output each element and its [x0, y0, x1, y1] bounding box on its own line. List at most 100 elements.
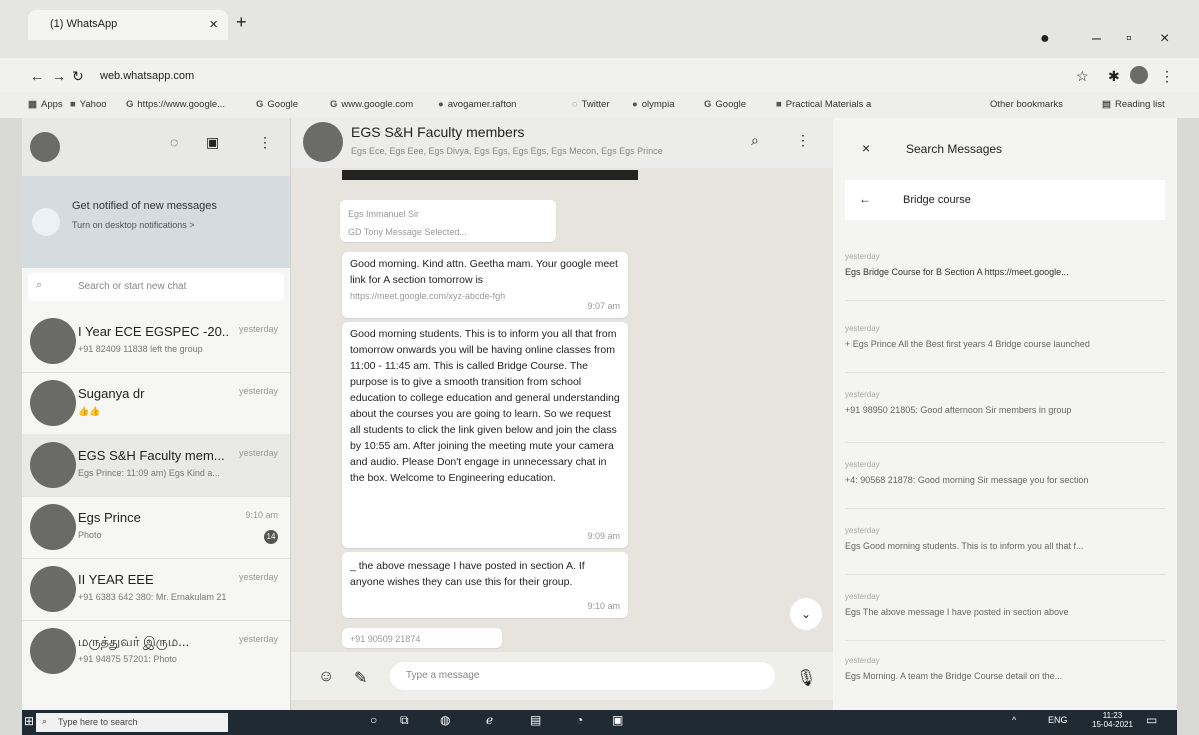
chat-time: yesterday: [238, 634, 278, 644]
emoji-icon[interactable]: ☺: [318, 668, 334, 686]
menu-icon[interactable]: ⋮: [1160, 68, 1174, 85]
extensions-icon[interactable]: ✱: [1108, 68, 1120, 85]
edge-icon[interactable]: ℯ: [486, 713, 493, 727]
search-panel-title: Search Messages: [906, 142, 1003, 156]
chat-item[interactable]: I Year ECE EGSPEC -20... +91 82409 11838…: [22, 310, 290, 373]
result-text: +91 98950 21805: Good afternoon Sir memb…: [845, 405, 1072, 415]
chat-preview: +91 6383 642 380: Mr. Ernakulam 21: [78, 592, 227, 602]
bookmark-avogamer[interactable]: ● avogamer.rafton: [438, 99, 516, 110]
bookmarks-bar: ▦ Apps ■ Yahoo Ghttps://www.google... G Goo…: [0, 92, 1199, 118]
file-explorer-icon[interactable]: ▤: [530, 713, 541, 727]
bookmark-other[interactable]: Other bookmarks: [990, 99, 1063, 110]
taskbar-search[interactable]: ⌕ Type here to search: [36, 713, 228, 732]
group-avatar[interactable]: [303, 122, 343, 162]
conversation-menu-icon[interactable]: ⋮: [796, 132, 810, 149]
task-view-icon[interactable]: ⧉: [400, 713, 409, 728]
star-icon[interactable]: ☆: [1076, 68, 1089, 85]
bookmark-google-url[interactable]: Ghttps://www.google...: [126, 99, 225, 110]
forward-icon[interactable]: →: [52, 68, 66, 84]
message-bubble[interactable]: Good morning. Kind attn. Geetha mam. You…: [342, 252, 628, 318]
chat-item-selected[interactable]: EGS S&H Faculty mem... Egs Prince: 11:09…: [22, 434, 290, 497]
app-icon[interactable]: ▣: [612, 713, 623, 727]
quoted-text: GD Tony Message Selected...: [348, 227, 467, 237]
bookmark-olympia[interactable]: ● olympia: [632, 99, 675, 110]
tab-close-icon[interactable]: ×: [209, 16, 218, 33]
app-icon[interactable]: ◔: [576, 713, 583, 727]
reload-icon[interactable]: ↻: [72, 68, 84, 85]
chat-preview: +91 82409 11838 left the group: [78, 344, 203, 354]
notifications-icon[interactable]: ▭: [1146, 713, 1157, 727]
result-text: Egs Good morning students. This is to in…: [845, 541, 1084, 551]
tab-whatsapp[interactable]: (1) WhatsApp ×: [28, 10, 228, 40]
chat-time: yesterday: [238, 386, 278, 396]
chat-time: yesterday: [238, 448, 278, 458]
message-bubble[interactable]: Good morning students. This is to inform…: [342, 322, 628, 548]
back-arrow-icon[interactable]: ←: [859, 192, 871, 206]
search-query[interactable]: Bridge course: [903, 194, 971, 206]
chat-item[interactable]: Egs Prince Photo 9:10 am 14: [22, 496, 290, 559]
clock[interactable]: 11:23 15-04-2021: [1092, 711, 1133, 729]
maximize-icon[interactable]: ▫: [1126, 30, 1132, 48]
bookmark-google[interactable]: G Google: [256, 99, 298, 110]
windows-start-icon[interactable]: ⊞: [24, 714, 34, 728]
search-result[interactable]: yesterday +91 98950 21805: Good afternoo…: [845, 390, 1165, 443]
notification-link[interactable]: Turn on desktop notifications >: [72, 220, 195, 230]
close-window-icon[interactable]: ×: [1160, 30, 1169, 48]
close-search-icon[interactable]: ×: [862, 140, 870, 156]
bookmark-yahoo[interactable]: ■ Yahoo: [70, 99, 107, 110]
minimize-icon[interactable]: –: [1092, 30, 1101, 48]
bookmark-reading-list[interactable]: ▤ Reading list: [1102, 99, 1165, 110]
tray-up-icon[interactable]: ^: [1012, 715, 1016, 725]
result-date: yesterday: [845, 252, 880, 261]
quoted-message[interactable]: Egs Immanuel Sir GD Tony Message Selecte…: [340, 200, 556, 242]
cortana-icon[interactable]: ○: [370, 713, 377, 727]
profile-dot-icon[interactable]: ●: [1040, 30, 1050, 48]
message-bubble[interactable]: +91 90509 21874: [342, 628, 502, 648]
search-messages-box[interactable]: ← Bridge course: [845, 180, 1165, 220]
attach-icon[interactable]: ✎: [354, 668, 367, 688]
chat-preview: +91 94875 57201: Photo: [78, 654, 177, 664]
quoted-sender: Egs Immanuel Sir: [348, 209, 420, 219]
chat-search[interactable]: ⌕ Search or start new chat: [28, 273, 284, 301]
message-bubble[interactable]: _ the above message I have posted in sec…: [342, 552, 628, 618]
new-tab-button[interactable]: +: [236, 12, 247, 33]
notification-banner[interactable]: Get notified of new messages Turn on des…: [22, 176, 290, 268]
search-result[interactable]: yesterday Egs Bridge Course for B Sectio…: [845, 252, 1165, 301]
chat-preview: 👍👍: [78, 406, 101, 416]
bookmark-google-2[interactable]: G Google: [704, 99, 746, 110]
mic-icon[interactable]: 🎙: [796, 668, 816, 688]
my-avatar[interactable]: [30, 132, 60, 162]
app-icon[interactable]: ◍: [440, 713, 450, 727]
message-text: Good morning students. This is to inform…: [350, 328, 620, 484]
chat-item[interactable]: Suganya dr 👍👍 yesterday: [22, 372, 290, 435]
taskbar-search-icon: ⌕: [42, 716, 48, 726]
status-icon[interactable]: ◌: [170, 134, 178, 150]
conversation-header[interactable]: EGS S&H Faculty members Egs Ece, Egs Eee…: [291, 118, 833, 168]
profile-avatar[interactable]: [1130, 66, 1148, 84]
chat-item[interactable]: மருத்துவர் இரும... +91 94875 57201: Phot…: [22, 620, 290, 708]
language-indicator[interactable]: ENG: [1048, 715, 1068, 725]
result-text: +4: 90568 21878: Good morning Sir messag…: [845, 475, 1089, 485]
chat-search-input[interactable]: Search or start new chat: [78, 281, 186, 292]
back-icon[interactable]: ←: [30, 68, 44, 84]
search-result[interactable]: yesterday Egs Good morning students. Thi…: [845, 526, 1165, 575]
chat-item[interactable]: II YEAR EEE +91 6383 642 380: Mr. Ernaku…: [22, 558, 290, 621]
message-input-placeholder: Type a message: [406, 670, 480, 681]
scroll-down-icon[interactable]: ⌄: [790, 598, 822, 630]
bookmark-twitter[interactable]: ◌ Twitter: [572, 99, 610, 110]
search-messages-icon[interactable]: ⌕: [751, 132, 759, 149]
search-result[interactable]: yesterday Egs The above message I have p…: [845, 592, 1165, 641]
message-input[interactable]: Type a message: [390, 662, 775, 690]
new-chat-icon[interactable]: ▣: [206, 134, 219, 151]
search-result[interactable]: yesterday + Egs Prince All the Best firs…: [845, 324, 1165, 373]
bookmark-google-com[interactable]: Gwww.google.com: [330, 99, 413, 110]
message-link[interactable]: https://meet.google.com/xyz-abcde-fgh: [350, 288, 620, 304]
url-field[interactable]: web.whatsapp.com: [100, 70, 194, 82]
search-result[interactable]: yesterday +4: 90568 21878: Good morning …: [845, 460, 1165, 509]
taskbar-search-input[interactable]: Type here to search: [58, 717, 138, 727]
bookmark-practical[interactable]: ■ Practical Materials a: [776, 99, 871, 110]
sidebar-menu-icon[interactable]: ⋮: [258, 134, 272, 151]
result-date: yesterday: [845, 592, 880, 601]
search-result[interactable]: yesterday Egs Morning. A team the Bridge…: [845, 656, 1165, 704]
bookmark-apps[interactable]: ▦ Apps: [28, 99, 63, 110]
